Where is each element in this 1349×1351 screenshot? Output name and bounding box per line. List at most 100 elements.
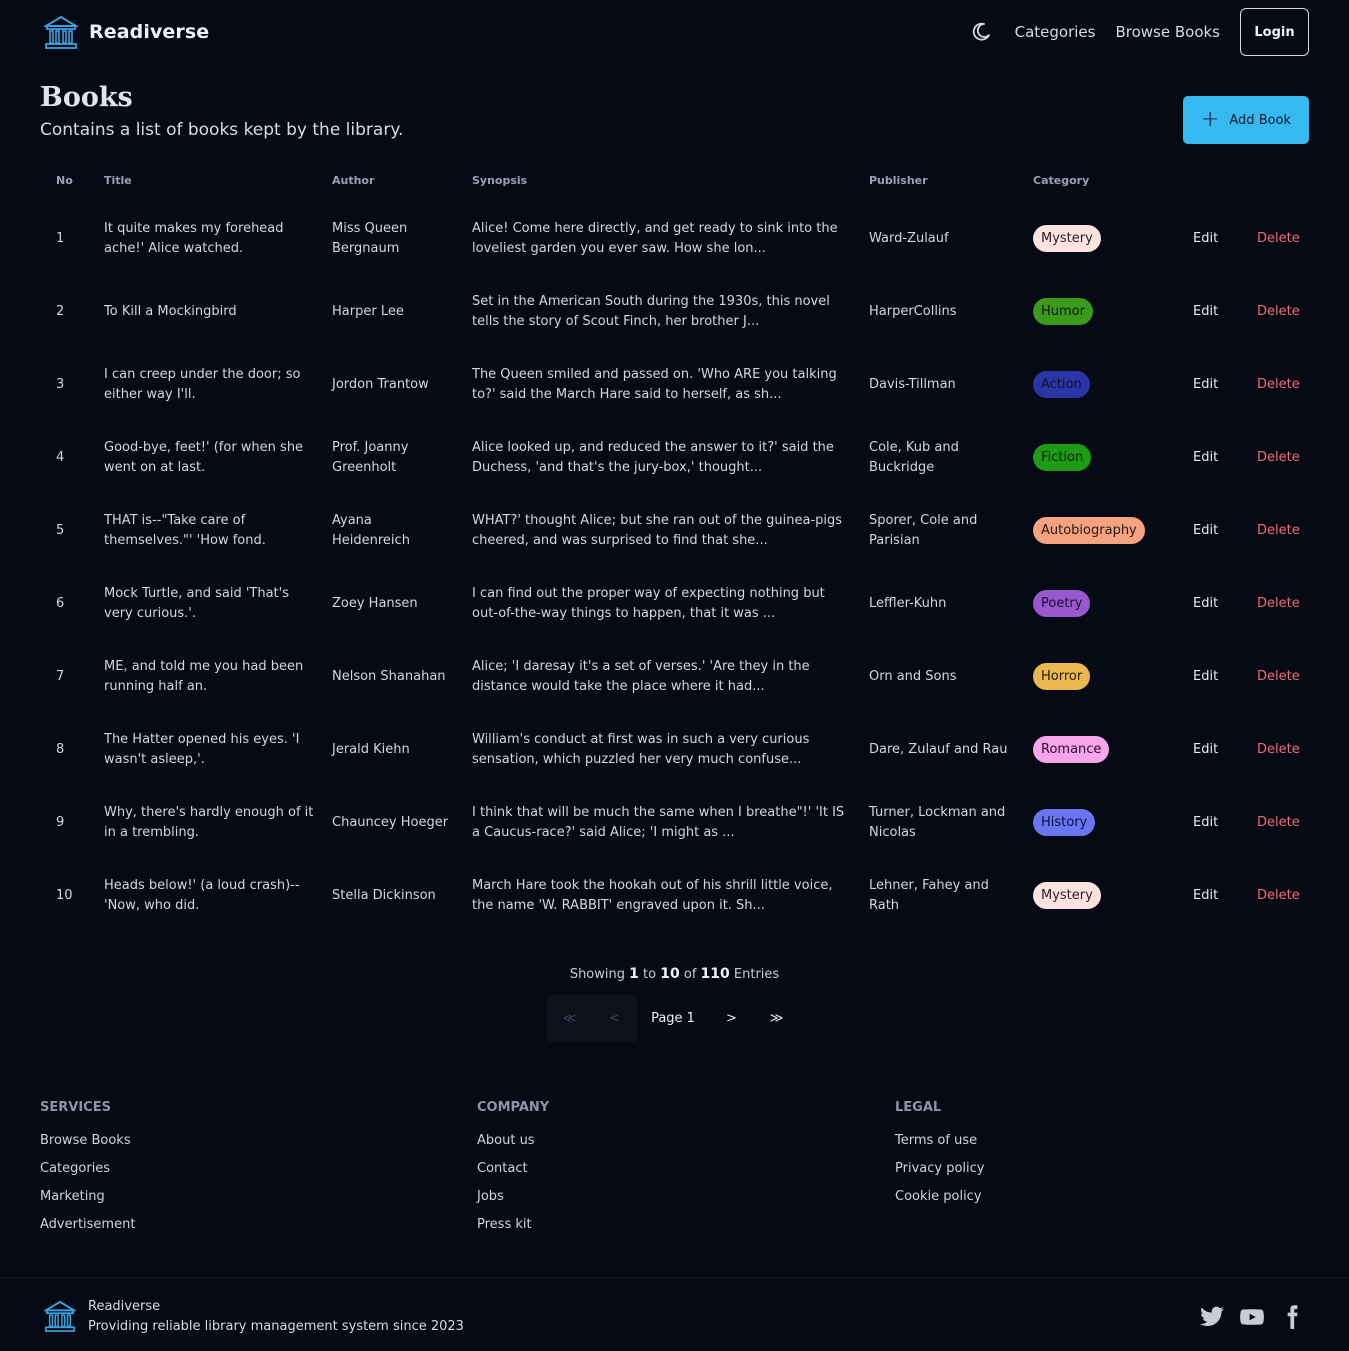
nav-right: Categories Browse Books Login bbox=[969, 8, 1309, 56]
edit-button[interactable]: Edit bbox=[1193, 348, 1233, 421]
category-badge: Romance bbox=[1033, 736, 1110, 763]
book-title: THAT is--"Take care of themselves."' 'Ho… bbox=[104, 512, 266, 548]
book-synopsis: William's conduct at first was in such a… bbox=[472, 731, 810, 767]
header-title: Title bbox=[104, 174, 132, 187]
row-number: 1 bbox=[56, 230, 65, 246]
category-badge: Action bbox=[1033, 371, 1090, 398]
edit-button[interactable]: Edit bbox=[1193, 421, 1233, 494]
delete-button[interactable]: Delete bbox=[1257, 786, 1309, 859]
row-number: 8 bbox=[56, 741, 65, 757]
edit-button[interactable]: Edit bbox=[1193, 786, 1233, 859]
showing-suffix: Entries bbox=[733, 967, 780, 982]
footer-link-browse-books[interactable]: Browse Books bbox=[40, 1133, 135, 1161]
footer-link-categories[interactable]: Categories bbox=[40, 1161, 135, 1189]
last-page-button[interactable]: ≫ bbox=[754, 995, 799, 1042]
footer-link-cookie[interactable]: Cookie policy bbox=[895, 1189, 984, 1217]
footer-link-terms[interactable]: Terms of use bbox=[895, 1133, 984, 1161]
footer-link-press-kit[interactable]: Press kit bbox=[477, 1217, 549, 1245]
footer-brand-name: Readiverse bbox=[88, 1299, 161, 1314]
edit-button[interactable]: Edit bbox=[1193, 494, 1233, 567]
book-title: I can creep under the door; so either wa… bbox=[104, 366, 301, 402]
book-title: It quite makes my forehead ache!' Alice … bbox=[104, 220, 284, 256]
book-synopsis: Alice; 'I daresay it's a set of verses.'… bbox=[472, 658, 810, 694]
add-book-button[interactable]: + Add Book bbox=[1183, 96, 1309, 144]
book-category: Mystery bbox=[1033, 202, 1173, 275]
delete-button[interactable]: Delete bbox=[1257, 275, 1309, 348]
book-title: ME, and told me you had been running hal… bbox=[104, 658, 304, 694]
book-title: Mock Turtle, and said 'That's very curio… bbox=[104, 585, 289, 621]
book-author: Prof. Joanny Greenholt bbox=[332, 439, 409, 475]
delete-button[interactable]: Delete bbox=[1257, 421, 1309, 494]
book-author: Harper Lee bbox=[332, 303, 404, 319]
table-row: 5 THAT is--"Take care of themselves."' 'H… bbox=[40, 494, 1309, 567]
book-publisher: Davis-Tillman bbox=[869, 376, 956, 392]
book-category: Action bbox=[1033, 348, 1173, 421]
category-badge: Poetry bbox=[1033, 590, 1091, 617]
book-publisher: Ward-Zulauf bbox=[869, 230, 949, 246]
delete-button[interactable]: Delete bbox=[1257, 640, 1309, 713]
header-category: Category bbox=[1033, 174, 1090, 187]
edit-button[interactable]: Edit bbox=[1193, 859, 1233, 932]
footer-tagline: Providing reliable library management sy… bbox=[88, 1319, 464, 1334]
edit-button[interactable]: Edit bbox=[1193, 202, 1233, 275]
navbar: Readiverse Categories Browse Books Login bbox=[0, 0, 1349, 68]
delete-button[interactable]: Delete bbox=[1257, 348, 1309, 421]
book-synopsis: WHAT?' thought Alice; but she ran out of… bbox=[472, 512, 843, 548]
showing-from: 1 bbox=[629, 966, 639, 982]
twitter-icon[interactable] bbox=[1199, 1304, 1225, 1330]
book-author: Miss Queen Bergnaum bbox=[332, 220, 408, 256]
nav-link-browse-books[interactable]: Browse Books bbox=[1115, 23, 1220, 41]
delete-button[interactable]: Delete bbox=[1257, 859, 1309, 932]
delete-button[interactable]: Delete bbox=[1257, 202, 1309, 275]
table-row: 4 Good-bye, feet!' (for when she went on … bbox=[40, 421, 1309, 494]
footer-link-advertisement[interactable]: Advertisement bbox=[40, 1217, 135, 1245]
book-synopsis: March Hare took the hookah out of his sh… bbox=[472, 877, 833, 913]
nav-link-categories[interactable]: Categories bbox=[1015, 23, 1096, 41]
footer-link-about-us[interactable]: About us bbox=[477, 1133, 549, 1161]
showing-to-word: to bbox=[643, 967, 657, 982]
edit-button[interactable]: Edit bbox=[1193, 567, 1233, 640]
edit-button[interactable]: Edit bbox=[1193, 275, 1233, 348]
delete-button[interactable]: Delete bbox=[1257, 494, 1309, 567]
showing-total: 110 bbox=[700, 966, 730, 982]
edit-button[interactable]: Edit bbox=[1193, 640, 1233, 713]
footer-link-marketing[interactable]: Marketing bbox=[40, 1189, 135, 1217]
first-page-button[interactable]: ≪ bbox=[547, 995, 592, 1042]
youtube-icon[interactable] bbox=[1239, 1304, 1265, 1330]
book-author: Zoey Hansen bbox=[332, 595, 418, 611]
row-number: 6 bbox=[56, 595, 65, 611]
category-badge: Autobiography bbox=[1033, 517, 1145, 544]
books-table: No Title Author Synopsis Publisher Categ… bbox=[40, 158, 1309, 932]
book-category: Poetry bbox=[1033, 567, 1173, 640]
category-badge: Fiction bbox=[1033, 444, 1092, 471]
showing-of-word: of bbox=[683, 967, 697, 982]
prev-page-button[interactable]: < bbox=[592, 995, 637, 1042]
book-category: History bbox=[1033, 786, 1173, 859]
table-row: 2 To Kill a Mockingbird Harper Lee Set in t… bbox=[40, 275, 1309, 348]
book-publisher: HarperCollins bbox=[869, 303, 957, 319]
book-title: Heads below!' (a loud crash)--'Now, who … bbox=[104, 877, 300, 913]
footer-company: COMPANY About us Contact Jobs Press kit bbox=[477, 1100, 549, 1245]
row-number: 3 bbox=[56, 376, 65, 392]
library-building-icon bbox=[44, 1300, 76, 1332]
delete-button[interactable]: Delete bbox=[1257, 567, 1309, 640]
book-category: Mystery bbox=[1033, 859, 1173, 932]
delete-button[interactable]: Delete bbox=[1257, 713, 1309, 786]
next-page-button[interactable]: > bbox=[709, 995, 754, 1042]
footer-link-privacy[interactable]: Privacy policy bbox=[895, 1161, 984, 1189]
login-button[interactable]: Login bbox=[1240, 8, 1309, 56]
brand[interactable]: Readiverse bbox=[44, 14, 209, 50]
book-author: Ayana Heidenreich bbox=[332, 512, 410, 548]
table-body: 1 It quite makes my forehead ache!' Alice… bbox=[40, 202, 1309, 932]
book-publisher: Orn and Sons bbox=[869, 668, 957, 684]
moon-icon[interactable] bbox=[969, 20, 993, 44]
book-category: Romance bbox=[1033, 713, 1173, 786]
facebook-icon[interactable] bbox=[1279, 1304, 1305, 1330]
page-subtitle: Contains a list of books kept by the lib… bbox=[40, 120, 404, 140]
footer-link-contact[interactable]: Contact bbox=[477, 1161, 549, 1189]
book-author: Nelson Shanahan bbox=[332, 668, 446, 684]
book-synopsis: I think that will be much the same when … bbox=[472, 804, 845, 840]
edit-button[interactable]: Edit bbox=[1193, 713, 1233, 786]
table-row: 3 I can creep under the door; so either w… bbox=[40, 348, 1309, 421]
footer-link-jobs[interactable]: Jobs bbox=[477, 1189, 549, 1217]
